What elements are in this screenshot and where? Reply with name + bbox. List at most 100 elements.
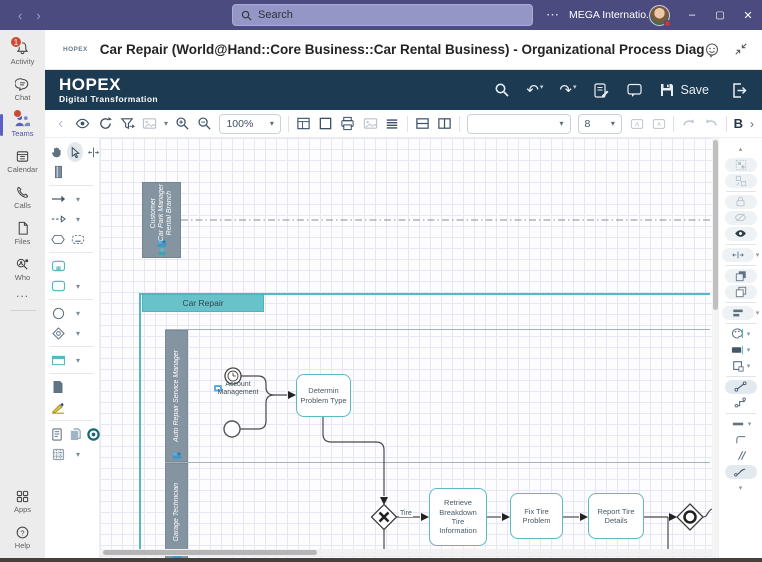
curve-connector-button[interactable] bbox=[724, 464, 757, 479]
search-icon[interactable] bbox=[494, 82, 510, 98]
bring-front-button[interactable] bbox=[724, 268, 757, 283]
layers-button[interactable] bbox=[721, 305, 754, 320]
group-button[interactable] bbox=[724, 157, 757, 172]
close-button[interactable]: ✕ bbox=[734, 0, 762, 30]
font-grow-icon[interactable]: A bbox=[629, 116, 644, 132]
panel-chevron-down[interactable]: ▾ bbox=[739, 484, 743, 492]
chevron-down-icon[interactable]: ▾ bbox=[756, 309, 760, 317]
rotate-left-icon[interactable] bbox=[681, 116, 696, 132]
nav-back-icon[interactable]: ‹ bbox=[18, 8, 22, 23]
chevron-down-icon[interactable]: ▾ bbox=[748, 420, 752, 428]
sidebar-item-activity[interactable]: 1 Activity bbox=[0, 36, 45, 68]
export-image-icon[interactable] bbox=[142, 116, 157, 132]
chevron-down-icon[interactable]: ▾ bbox=[76, 309, 80, 318]
group-shape-icon[interactable] bbox=[70, 231, 86, 247]
task-fix-tire[interactable]: Fix Tire Problem bbox=[510, 493, 563, 539]
split-horizontal-icon[interactable] bbox=[415, 116, 430, 132]
pool-ellipse-icon[interactable] bbox=[50, 231, 66, 247]
save-button[interactable]: Save bbox=[659, 82, 709, 98]
sidebar-item-calendar[interactable]: Calendar bbox=[0, 146, 45, 176]
copy-icon[interactable] bbox=[68, 426, 82, 442]
align-lines-icon[interactable] bbox=[385, 116, 400, 132]
pool-title-tab[interactable]: Car Repair bbox=[142, 294, 264, 312]
font-shrink-icon[interactable]: A bbox=[651, 116, 666, 132]
corner-radius-button[interactable] bbox=[733, 432, 749, 448]
select-cursor-icon[interactable] bbox=[67, 142, 83, 162]
line-weight-button[interactable] bbox=[730, 416, 746, 432]
refresh-icon[interactable] bbox=[97, 116, 112, 132]
minimize-button[interactable]: – bbox=[678, 0, 706, 30]
ungroup-button[interactable] bbox=[724, 173, 757, 188]
event-gateway[interactable] bbox=[676, 503, 704, 531]
straight-connector-button[interactable] bbox=[724, 379, 757, 394]
theme-palette-button[interactable] bbox=[731, 327, 745, 341]
chevron-down-icon[interactable]: ▾ bbox=[747, 346, 751, 354]
sidebar-item-teams[interactable]: Teams bbox=[0, 109, 45, 140]
gateway-shape-icon[interactable] bbox=[50, 325, 66, 341]
subprocess-icon[interactable] bbox=[50, 258, 66, 274]
chevron-down-icon[interactable]: ▾ bbox=[76, 215, 80, 224]
edit-note-icon[interactable] bbox=[593, 82, 610, 99]
filter-icon[interactable] bbox=[120, 116, 135, 132]
record-icon[interactable] bbox=[86, 426, 100, 442]
fill-color-button[interactable] bbox=[731, 343, 745, 357]
image-icon[interactable] bbox=[363, 116, 378, 132]
bold-button[interactable]: B bbox=[734, 116, 743, 131]
search-input[interactable]: Search bbox=[232, 4, 533, 26]
collapse-icon[interactable] bbox=[734, 42, 748, 56]
exclusive-gateway[interactable] bbox=[370, 503, 398, 531]
lane-header-service-manager[interactable]: Auto Repair Service Manager bbox=[165, 330, 188, 462]
hide-button[interactable] bbox=[724, 210, 757, 225]
note-icon[interactable] bbox=[50, 426, 64, 442]
task-shape-icon[interactable] bbox=[50, 278, 66, 294]
send-back-button[interactable] bbox=[724, 284, 757, 299]
pool-shape-icon[interactable] bbox=[50, 352, 66, 368]
sidebar-item-files[interactable]: Files bbox=[0, 218, 45, 248]
redo-button[interactable]: ↷ ▾ bbox=[559, 81, 576, 99]
zoom-level-select[interactable]: 100% ▾ bbox=[219, 113, 281, 134]
flow-start-to-determine[interactable] bbox=[240, 394, 275, 430]
lane-header-garage-technician[interactable]: Garage Technician bbox=[165, 463, 188, 562]
grid-options-icon[interactable] bbox=[50, 446, 66, 462]
document-shape-icon[interactable] bbox=[50, 379, 66, 395]
sidebar-item-chat[interactable]: Chat bbox=[0, 74, 45, 104]
org-name[interactable]: MEGA Internatio... bbox=[569, 9, 655, 21]
sidebar-item-calls[interactable]: Calls bbox=[0, 182, 45, 212]
sequence-flow-icon[interactable] bbox=[50, 191, 66, 207]
resize-button[interactable] bbox=[721, 247, 754, 262]
collapse-panel-icon[interactable]: ‹ bbox=[53, 115, 68, 132]
vertical-scrollbar[interactable] bbox=[712, 138, 718, 562]
undo-button[interactable]: ↶ ▾ bbox=[526, 81, 543, 99]
diagram-canvas[interactable]: Customer Car Park Manager Rental Branch … bbox=[100, 138, 712, 562]
flow-end-gateway-out[interactable] bbox=[702, 508, 712, 518]
chevron-down-icon[interactable]: ▾ bbox=[747, 330, 751, 338]
step-connector-button[interactable] bbox=[733, 395, 749, 411]
shape-style-button[interactable] bbox=[731, 359, 745, 373]
sidebar-item-apps[interactable]: Apps bbox=[0, 486, 45, 516]
task-retrieve-breakdown[interactable]: Retrieve Breakdown Tire Information bbox=[429, 488, 487, 546]
customer-pool-header[interactable]: Customer Car Park Manager Rental Branch bbox=[142, 182, 181, 258]
sidebar-item-who[interactable]: Who bbox=[0, 254, 45, 284]
chevron-down-icon[interactable]: ▾ bbox=[164, 119, 168, 128]
show-button[interactable] bbox=[724, 226, 757, 241]
vscroll-thumb[interactable] bbox=[712, 140, 718, 310]
split-vertical-icon[interactable] bbox=[437, 116, 452, 132]
page-frame-icon[interactable] bbox=[318, 116, 333, 132]
task-determine-problem-type[interactable]: Determin Problem Type bbox=[296, 374, 351, 417]
flow-determine-to-gateway[interactable] bbox=[322, 417, 385, 496]
zoom-in-icon[interactable] bbox=[175, 116, 190, 132]
chevron-down-icon[interactable]: ▾ bbox=[756, 251, 760, 259]
preview-eye-icon[interactable] bbox=[75, 116, 90, 132]
pan-hand-icon[interactable] bbox=[50, 144, 63, 160]
titlebar-more-button[interactable]: ⋯ bbox=[536, 7, 569, 23]
account-management-label[interactable]: Account Management bbox=[212, 381, 264, 398]
lane-shape-icon[interactable] bbox=[50, 164, 66, 180]
print-icon[interactable] bbox=[340, 116, 355, 132]
event-shape-icon[interactable] bbox=[50, 305, 66, 321]
horizontal-scrollbar[interactable] bbox=[100, 549, 712, 556]
comment-icon[interactable] bbox=[626, 82, 643, 98]
chevron-down-icon[interactable]: ▾ bbox=[76, 329, 80, 338]
chevron-down-icon[interactable]: ▾ bbox=[76, 282, 80, 291]
avatar[interactable] bbox=[649, 4, 671, 27]
zoom-out-icon[interactable] bbox=[197, 116, 212, 132]
